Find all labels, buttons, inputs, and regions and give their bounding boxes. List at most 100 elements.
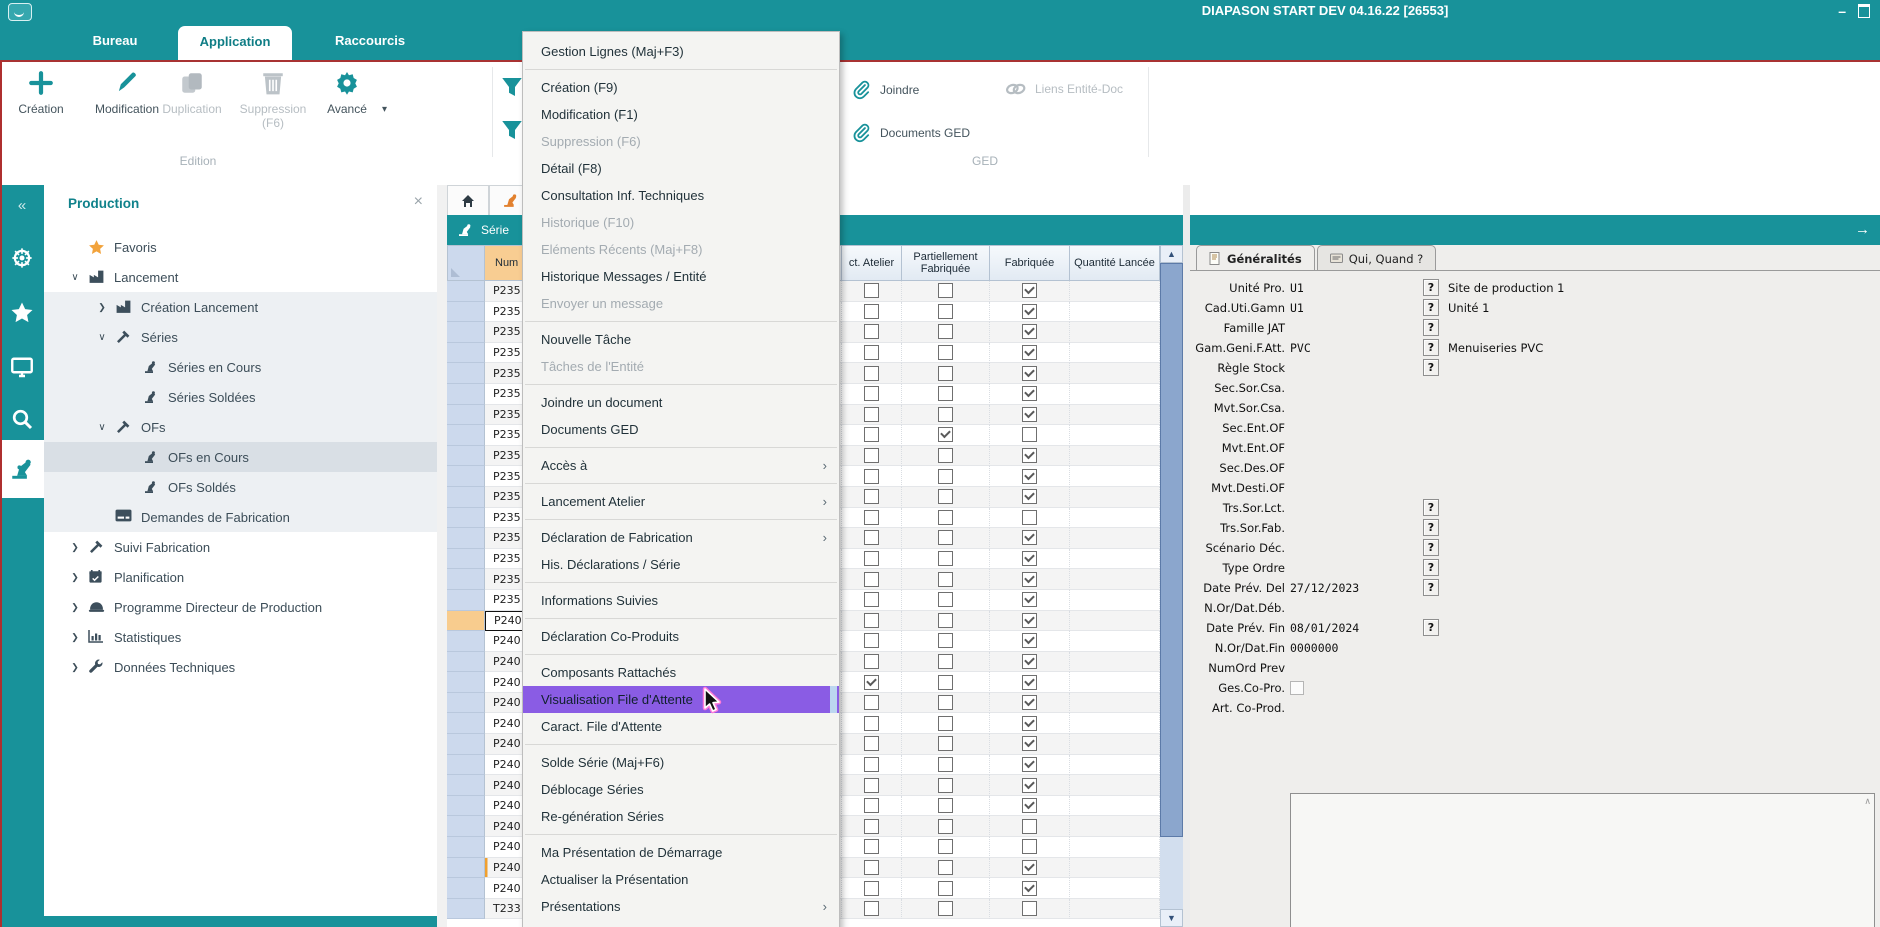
menu-item-his-d-clarations-s-rie[interactable]: His. Déclarations / Série: [523, 551, 839, 578]
checkbox-icon[interactable]: [938, 695, 953, 710]
row-selector-cell[interactable]: [447, 322, 485, 343]
filter-funnel-button[interactable]: [500, 75, 524, 99]
row-selector-cell[interactable]: [447, 672, 485, 693]
field-value[interactable]: U1: [1290, 301, 1304, 315]
panel-splitter[interactable]: [1183, 185, 1190, 927]
creation-button[interactable]: Création: [10, 70, 72, 116]
checkbox-icon[interactable]: [1022, 489, 1037, 504]
checkbox-icon[interactable]: [1022, 572, 1037, 587]
lookup-help-button[interactable]: ?: [1423, 319, 1439, 336]
checkbox-icon[interactable]: [1022, 427, 1037, 442]
checkbox-icon[interactable]: [938, 654, 953, 669]
search-icon[interactable]: [0, 407, 44, 431]
close-icon[interactable]: ×: [414, 193, 423, 211]
checkbox-icon[interactable]: [864, 345, 879, 360]
checkbox-icon[interactable]: [1022, 386, 1037, 401]
row-selector-cell[interactable]: [447, 487, 485, 508]
row-selector-cell[interactable]: [447, 466, 485, 487]
checkbox-icon[interactable]: [938, 592, 953, 607]
checkbox-icon[interactable]: [864, 592, 879, 607]
chevron-right-icon[interactable]: ❯: [68, 602, 82, 613]
lookup-help-button[interactable]: ?: [1423, 539, 1439, 556]
row-selector-cell[interactable]: [447, 652, 485, 673]
checkbox-icon[interactable]: [938, 736, 953, 751]
checkbox-icon[interactable]: [938, 469, 953, 484]
lookup-help-button[interactable]: ?: [1423, 519, 1439, 536]
chevron-down-icon[interactable]: ∨: [95, 332, 109, 343]
expand-arrow-icon[interactable]: →: [1855, 221, 1870, 238]
checkbox-icon[interactable]: [1022, 592, 1037, 607]
menu-item-historique-messages-entit-[interactable]: Historique Messages / Entité: [523, 263, 839, 290]
checkbox-icon[interactable]: [864, 757, 879, 772]
menu-item-d-claration-de-fabrication[interactable]: Déclaration de Fabrication›: [523, 524, 839, 551]
menu-item-solde-s-rie-maj-f6-[interactable]: Solde Série (Maj+F6): [523, 749, 839, 776]
row-selector-cell[interactable]: [447, 796, 485, 817]
checkbox-icon[interactable]: [864, 427, 879, 442]
lookup-help-button[interactable]: ?: [1423, 579, 1439, 596]
checkbox-icon[interactable]: [1022, 839, 1037, 854]
checkbox-icon[interactable]: [864, 510, 879, 525]
checkbox-icon[interactable]: [864, 448, 879, 463]
checkbox-icon[interactable]: [864, 778, 879, 793]
tree-item-ofs[interactable]: ∨OFs: [44, 412, 437, 442]
checkbox-icon[interactable]: [864, 324, 879, 339]
checkbox-icon[interactable]: [1022, 613, 1037, 628]
menu-item-d-tail-f8-[interactable]: Détail (F8): [523, 155, 839, 182]
checkbox-icon[interactable]: [1022, 345, 1037, 360]
tree-item-planification[interactable]: ❯Planification: [44, 562, 437, 592]
menu-item-joindre-un-document[interactable]: Joindre un document: [523, 389, 839, 416]
checkbox-icon[interactable]: [1022, 407, 1037, 422]
checkbox-icon[interactable]: [938, 613, 953, 628]
checkbox-icon[interactable]: [1022, 510, 1037, 525]
checkbox-icon[interactable]: [1022, 901, 1037, 916]
checkbox-icon[interactable]: [864, 798, 879, 813]
tab-bureau[interactable]: Bureau: [60, 22, 170, 60]
checkbox-icon[interactable]: [938, 407, 953, 422]
checkbox-icon[interactable]: [1022, 736, 1037, 751]
monitor-icon[interactable]: [0, 355, 44, 379]
lookup-help-button[interactable]: ?: [1423, 499, 1439, 516]
row-selector-cell[interactable]: [447, 384, 485, 405]
checkbox-icon[interactable]: [1022, 551, 1037, 566]
checkbox-icon[interactable]: [864, 901, 879, 916]
lookup-help-button[interactable]: ?: [1423, 359, 1439, 376]
menu-item-ma-pr-sentation-de-d-marrage[interactable]: Ma Présentation de Démarrage: [523, 839, 839, 866]
maximize-button[interactable]: [1858, 4, 1870, 18]
tree-item-statistiques[interactable]: ❯Statistiques: [44, 622, 437, 652]
checkbox-icon[interactable]: [1022, 695, 1037, 710]
tree-item-cr-ation-lancement[interactable]: ❯Création Lancement: [44, 292, 437, 322]
chevron-down-icon[interactable]: ∨: [95, 422, 109, 433]
joindre-button[interactable]: Joindre: [852, 80, 919, 100]
checkbox-icon[interactable]: [1022, 324, 1037, 339]
checkbox-icon[interactable]: [938, 757, 953, 772]
checkbox-icon[interactable]: [1022, 881, 1037, 896]
checkbox-icon[interactable]: [938, 881, 953, 896]
lookup-help-button[interactable]: ?: [1423, 559, 1439, 576]
checkbox-icon[interactable]: [1022, 675, 1037, 690]
tree-item-programme-directeur-de-production[interactable]: ❯Programme Directeur de Production: [44, 592, 437, 622]
checkbox-icon[interactable]: [864, 551, 879, 566]
checkbox-icon[interactable]: [938, 304, 953, 319]
documents-ged-button[interactable]: Documents GED: [852, 123, 970, 143]
row-selector-cell[interactable]: [447, 611, 485, 632]
checkbox-icon[interactable]: [1022, 757, 1037, 772]
header-row-selector[interactable]: [447, 245, 485, 281]
menu-item-nouvelle-t-che[interactable]: Nouvelle Tâche: [523, 326, 839, 353]
lookup-help-button[interactable]: ?: [1423, 339, 1439, 356]
field-value[interactable]: PVC: [1290, 341, 1311, 355]
chevron-down-icon[interactable]: ∨: [68, 272, 82, 283]
menu-item-d-claration-co-produits[interactable]: Déclaration Co-Produits: [523, 623, 839, 650]
tree-item-demandes-de-fabrication[interactable]: Demandes de Fabrication: [44, 502, 437, 532]
checkbox-icon[interactable]: [864, 881, 879, 896]
row-selector-cell[interactable]: [447, 878, 485, 899]
checkbox-icon[interactable]: [938, 901, 953, 916]
menu-item-caract-file-d-attente[interactable]: Caract. File d'Attente: [523, 713, 839, 740]
checkbox-icon[interactable]: [938, 530, 953, 545]
checkbox-icon[interactable]: [864, 407, 879, 422]
checkbox-icon[interactable]: [938, 448, 953, 463]
checkbox-icon[interactable]: [1022, 469, 1037, 484]
chevron-right-icon[interactable]: ❯: [68, 662, 82, 673]
checkbox-icon[interactable]: [864, 530, 879, 545]
chevron-right-icon[interactable]: ❯: [68, 632, 82, 643]
checkbox-icon[interactable]: [938, 819, 953, 834]
